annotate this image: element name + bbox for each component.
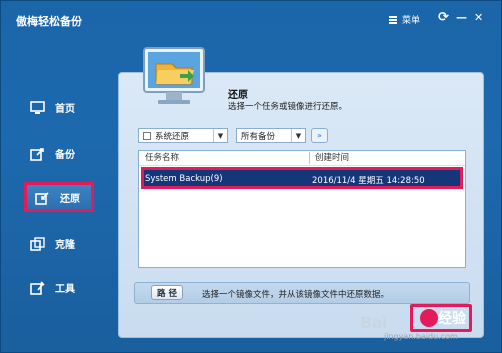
sidebar-item-label: 工具: [55, 283, 75, 295]
double-chevron-icon: »: [317, 131, 322, 140]
sidebar-item-restore[interactable]: 还原: [24, 182, 94, 212]
column-header-task-name[interactable]: 任务名称: [145, 151, 179, 165]
close-icon[interactable]: ✕: [474, 11, 483, 24]
path-button[interactable]: 路 径: [151, 285, 183, 300]
title-bar: 傲梅轻松备份 菜单 ⟳ — ✕: [1, 1, 501, 37]
expand-button[interactable]: »: [311, 128, 328, 143]
sidebar-item-label: 首页: [55, 103, 75, 115]
app-title: 傲梅轻松备份: [16, 15, 82, 28]
hamburger-icon: [389, 15, 397, 24]
sidebar-item-label: 备份: [55, 149, 75, 161]
menu-button[interactable]: 菜单: [389, 13, 420, 26]
table-row[interactable]: System Backup(9) 2016/11/4 星期五 14:28:50: [141, 167, 463, 189]
minimize-icon[interactable]: —: [456, 11, 467, 24]
task-table: 任务名称 创建时间 System Backup(9) 2016/11/4 星期五…: [138, 150, 466, 268]
column-header-created-time[interactable]: 创建时间: [315, 151, 349, 165]
chevron-down-icon: ▼: [213, 129, 227, 142]
tools-icon: [30, 280, 45, 295]
backup-filter-select[interactable]: 所有备份 ▼: [236, 128, 306, 143]
clone-icon: [30, 236, 45, 251]
restore-type-label: 系统还原: [155, 131, 190, 142]
watermark-url: jingyan.baidu.com: [384, 332, 458, 341]
monitor-icon: [30, 100, 45, 114]
sidebar-item-backup[interactable]: 备份: [30, 142, 96, 164]
header-divider: [139, 165, 465, 166]
created-time-cell: 2016/11/4 星期五 14:28:50: [312, 176, 425, 186]
menu-label: 菜单: [402, 16, 421, 26]
sidebar-item-home[interactable]: 首页: [30, 96, 96, 118]
task-name-cell: System Backup(9): [145, 174, 223, 184]
sidebar-item-label: 还原: [60, 193, 80, 205]
chevron-down-icon: ▼: [291, 129, 305, 142]
sidebar-item-label: 克隆: [55, 239, 75, 251]
restore-icon: [35, 191, 50, 205]
column-divider: [309, 152, 310, 164]
sidebar-item-tools[interactable]: 工具: [30, 276, 96, 298]
backup-icon: [30, 147, 45, 161]
restore-folder-icon: [138, 44, 210, 110]
restore-type-select[interactable]: 系统还原 ▼: [138, 128, 228, 143]
baidu-paw-icon: [420, 309, 438, 327]
refresh-icon[interactable]: ⟳: [438, 11, 449, 24]
jingyan-label: 经验: [438, 311, 466, 327]
sidebar-item-clone[interactable]: 克隆: [30, 232, 96, 254]
path-description: 选择一个镜像文件，并从该镜像文件中还原数据。: [202, 290, 390, 300]
backup-filter-label: 所有备份: [241, 131, 276, 142]
baidu-logo: Bai: [360, 313, 387, 332]
system-restore-checkbox[interactable]: [143, 131, 151, 140]
page-title: 还原: [228, 90, 248, 101]
page-subtitle: 选择一个任务或镜像进行还原。: [228, 102, 348, 112]
